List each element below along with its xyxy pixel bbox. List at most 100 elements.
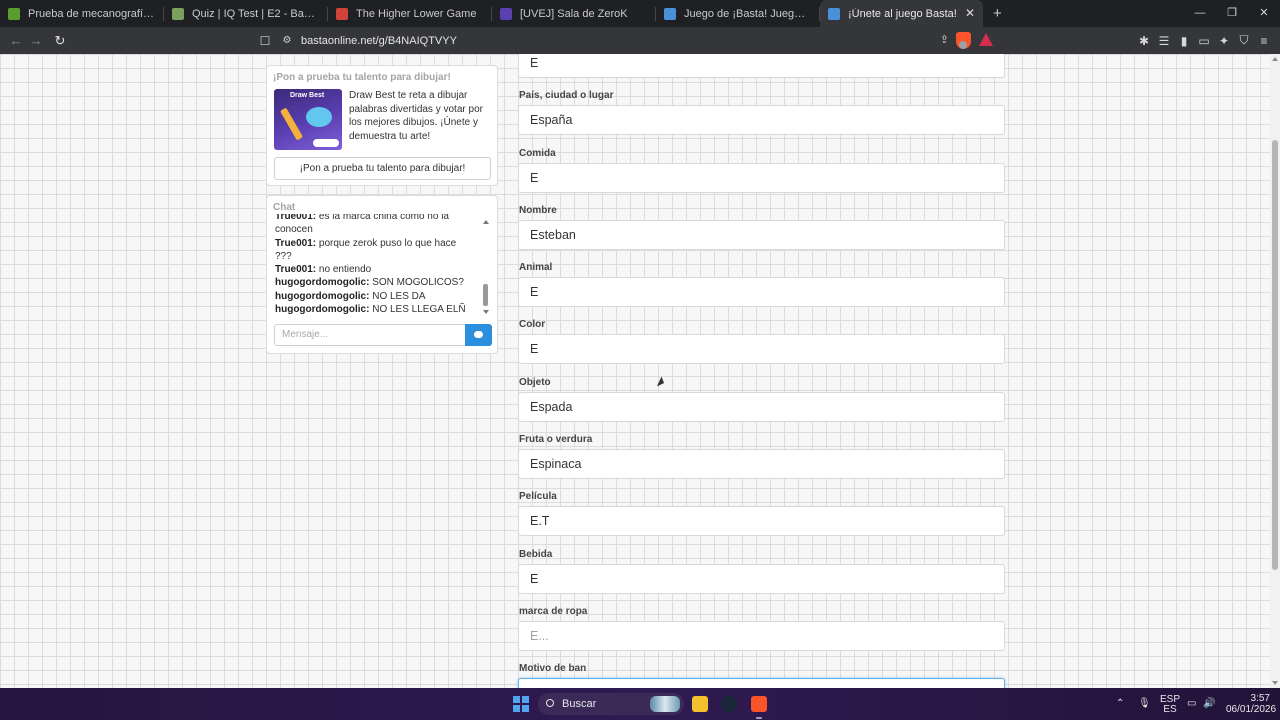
extensions-icon[interactable]: ✱	[1134, 34, 1154, 48]
clock[interactable]: 3:57 06/01/2026	[1226, 693, 1277, 715]
brave-browser-icon[interactable]	[751, 696, 767, 712]
tab-strip: Prueba de mecanografía Spanish - 10 Quiz …	[0, 0, 1280, 27]
sidebar-icon[interactable]: ▮	[1174, 34, 1194, 48]
scroll-up-icon[interactable]	[1272, 57, 1278, 61]
answer-input[interactable]: E	[518, 54, 1005, 78]
microphone-icon[interactable]: 🎙	[1138, 688, 1151, 720]
maximize-icon[interactable]: ❐	[1216, 0, 1248, 27]
url-text[interactable]: bastaonline.net/g/B4NAIQTVYY	[301, 35, 457, 47]
close-tab-icon[interactable]: ✕	[965, 6, 975, 20]
share-icon[interactable]: ⇪	[940, 33, 949, 46]
browser-tab[interactable]: Juego de ¡Basta! Juega Stop, Tutti Fru	[656, 0, 819, 27]
chat-message: True001: no entiendo	[275, 263, 475, 276]
brave-rewards-icon[interactable]	[979, 33, 993, 46]
answer-input[interactable]: España	[518, 105, 1005, 136]
language-indicator[interactable]: ESP ES	[1160, 695, 1180, 715]
chat-scroll-thumb[interactable]	[483, 284, 488, 306]
answer-input[interactable]: E...	[518, 620, 1005, 651]
chat-bubble-icon	[474, 331, 483, 338]
volume-icon[interactable]: 🔊	[1203, 688, 1215, 720]
answer-input[interactable]: E	[518, 162, 1005, 193]
answer-input[interactable]: E	[518, 563, 1005, 594]
chat-username[interactable]: True001:	[275, 214, 316, 222]
draw-best-image-title: Draw Best	[290, 92, 325, 99]
chat-panel: Chat True001: es la marca china como no …	[266, 195, 498, 354]
page-content: ¡Pon a prueba tu talento para dibujar! D…	[0, 54, 1270, 688]
active-tab[interactable]: ¡Únete al juego Basta! ✕	[820, 0, 983, 27]
promo-button[interactable]: ¡Pon a prueba tu talento para dibujar!	[274, 157, 491, 180]
game-icon	[336, 7, 348, 20]
field-label: Fruta o verdura	[519, 434, 593, 446]
close-window-icon[interactable]: ✕	[1248, 0, 1280, 27]
tab-title: ¡Únete al juego Basta!	[848, 7, 957, 20]
search-icon	[546, 699, 554, 707]
back-icon[interactable]: ←	[6, 33, 26, 48]
network-icon[interactable]: ▭	[1187, 688, 1196, 720]
field-label: Comida	[519, 147, 556, 159]
shields-badge-icon	[959, 41, 967, 49]
answer-field: País, ciudad o lugar España	[517, 89, 1005, 146]
scroll-down-icon[interactable]	[483, 310, 489, 314]
basta-answer-form: E País, ciudad o lugar España Comida E Nombre…	[517, 54, 1005, 688]
answer-input[interactable]: E	[518, 277, 1005, 308]
chat-username[interactable]: hugogordomogolic:	[275, 304, 369, 315]
wallet-icon[interactable]: ▭	[1194, 34, 1214, 48]
chat-text: no entiendo	[318, 264, 372, 276]
forward-icon[interactable]: →	[26, 33, 46, 48]
chat-message: True001: porque zerok puso lo que hace ?…	[275, 237, 475, 264]
chat-messages[interactable]: True001: es la marca china como no la co…	[275, 214, 475, 317]
vpn-icon[interactable]: ⛉	[1234, 33, 1254, 48]
browser-tab[interactable]: Prueba de mecanografía Spanish - 10	[0, 0, 163, 27]
chat-message-input[interactable]: Mensaje...	[274, 324, 466, 346]
bookmark-icon[interactable]: ☐	[253, 34, 277, 48]
page-scroll-thumb[interactable]	[1272, 140, 1278, 570]
new-tab-button[interactable]: +	[993, 5, 1002, 22]
leo-ai-icon[interactable]: ✦	[1214, 34, 1234, 48]
locale-code: ES	[1163, 704, 1177, 715]
tray-overflow-icon[interactable]: ⌃	[1116, 688, 1124, 720]
windows-start-icon[interactable]	[513, 696, 529, 712]
field-label: Color	[519, 319, 546, 331]
draw-best-image[interactable]: Draw Best	[274, 89, 342, 150]
scroll-down-icon[interactable]	[1272, 681, 1278, 685]
menu-icon[interactable]: ≡	[1254, 34, 1274, 48]
answer-field: Fruta o verdura Espinaca	[517, 433, 1005, 490]
file-explorer-icon[interactable]	[692, 696, 708, 712]
chat-username[interactable]: True001:	[275, 238, 316, 249]
browser-tab[interactable]: Quiz | IQ Test | E2 - Baseline » Blosso	[164, 0, 327, 27]
minimize-icon[interactable]: —	[1184, 0, 1216, 27]
reload-icon[interactable]: ↻	[50, 33, 70, 49]
field-label: Película	[519, 491, 557, 503]
chat-username[interactable]: True001:	[275, 264, 316, 275]
send-message-button[interactable]	[465, 324, 492, 346]
room-icon	[500, 7, 512, 20]
steam-icon[interactable]	[721, 696, 737, 712]
answer-input[interactable]: E...	[518, 678, 1005, 688]
chat-username[interactable]: hugogordomogolic:	[275, 277, 369, 288]
quiz-icon	[172, 7, 184, 20]
answer-input[interactable]: E.T	[518, 506, 1005, 537]
answer-input[interactable]: Espinaca	[518, 449, 1005, 480]
search-label: Buscar	[562, 698, 597, 710]
chat-username[interactable]: hugogordomogolic:	[275, 291, 369, 302]
field-label: Animal	[519, 262, 553, 274]
reading-list-icon[interactable]: ☰	[1154, 34, 1174, 48]
clock-date: 06/01/2026	[1226, 704, 1277, 715]
page-scrollbar[interactable]	[1270, 54, 1280, 688]
clock-time: 3:57	[1250, 693, 1270, 704]
answer-field: Bebida E	[517, 548, 1005, 605]
basta-icon	[828, 7, 840, 20]
browser-tab[interactable]: The Higher Lower Game	[328, 0, 491, 27]
answer-input[interactable]: Espada	[518, 391, 1005, 422]
answer-field: Objeto Espada	[517, 376, 1005, 433]
answer-input[interactable]: E	[518, 334, 1005, 365]
address-bar[interactable]: ☐ ⚙ bastaonline.net/g/B4NAIQTVYY ⇪	[253, 29, 1001, 52]
chat-scrollbar[interactable]	[482, 218, 490, 318]
site-info-icon[interactable]: ⚙	[277, 35, 297, 46]
search-highlight-image	[650, 696, 680, 712]
tab-title: Quiz | IQ Test | E2 - Baseline » Blosso	[192, 7, 319, 20]
taskbar-search[interactable]: Buscar	[538, 693, 684, 715]
scroll-up-icon[interactable]	[483, 220, 489, 224]
browser-tab[interactable]: [UVEJ] Sala de ZeroK	[492, 0, 655, 27]
answer-input[interactable]: Esteban	[518, 219, 1005, 250]
